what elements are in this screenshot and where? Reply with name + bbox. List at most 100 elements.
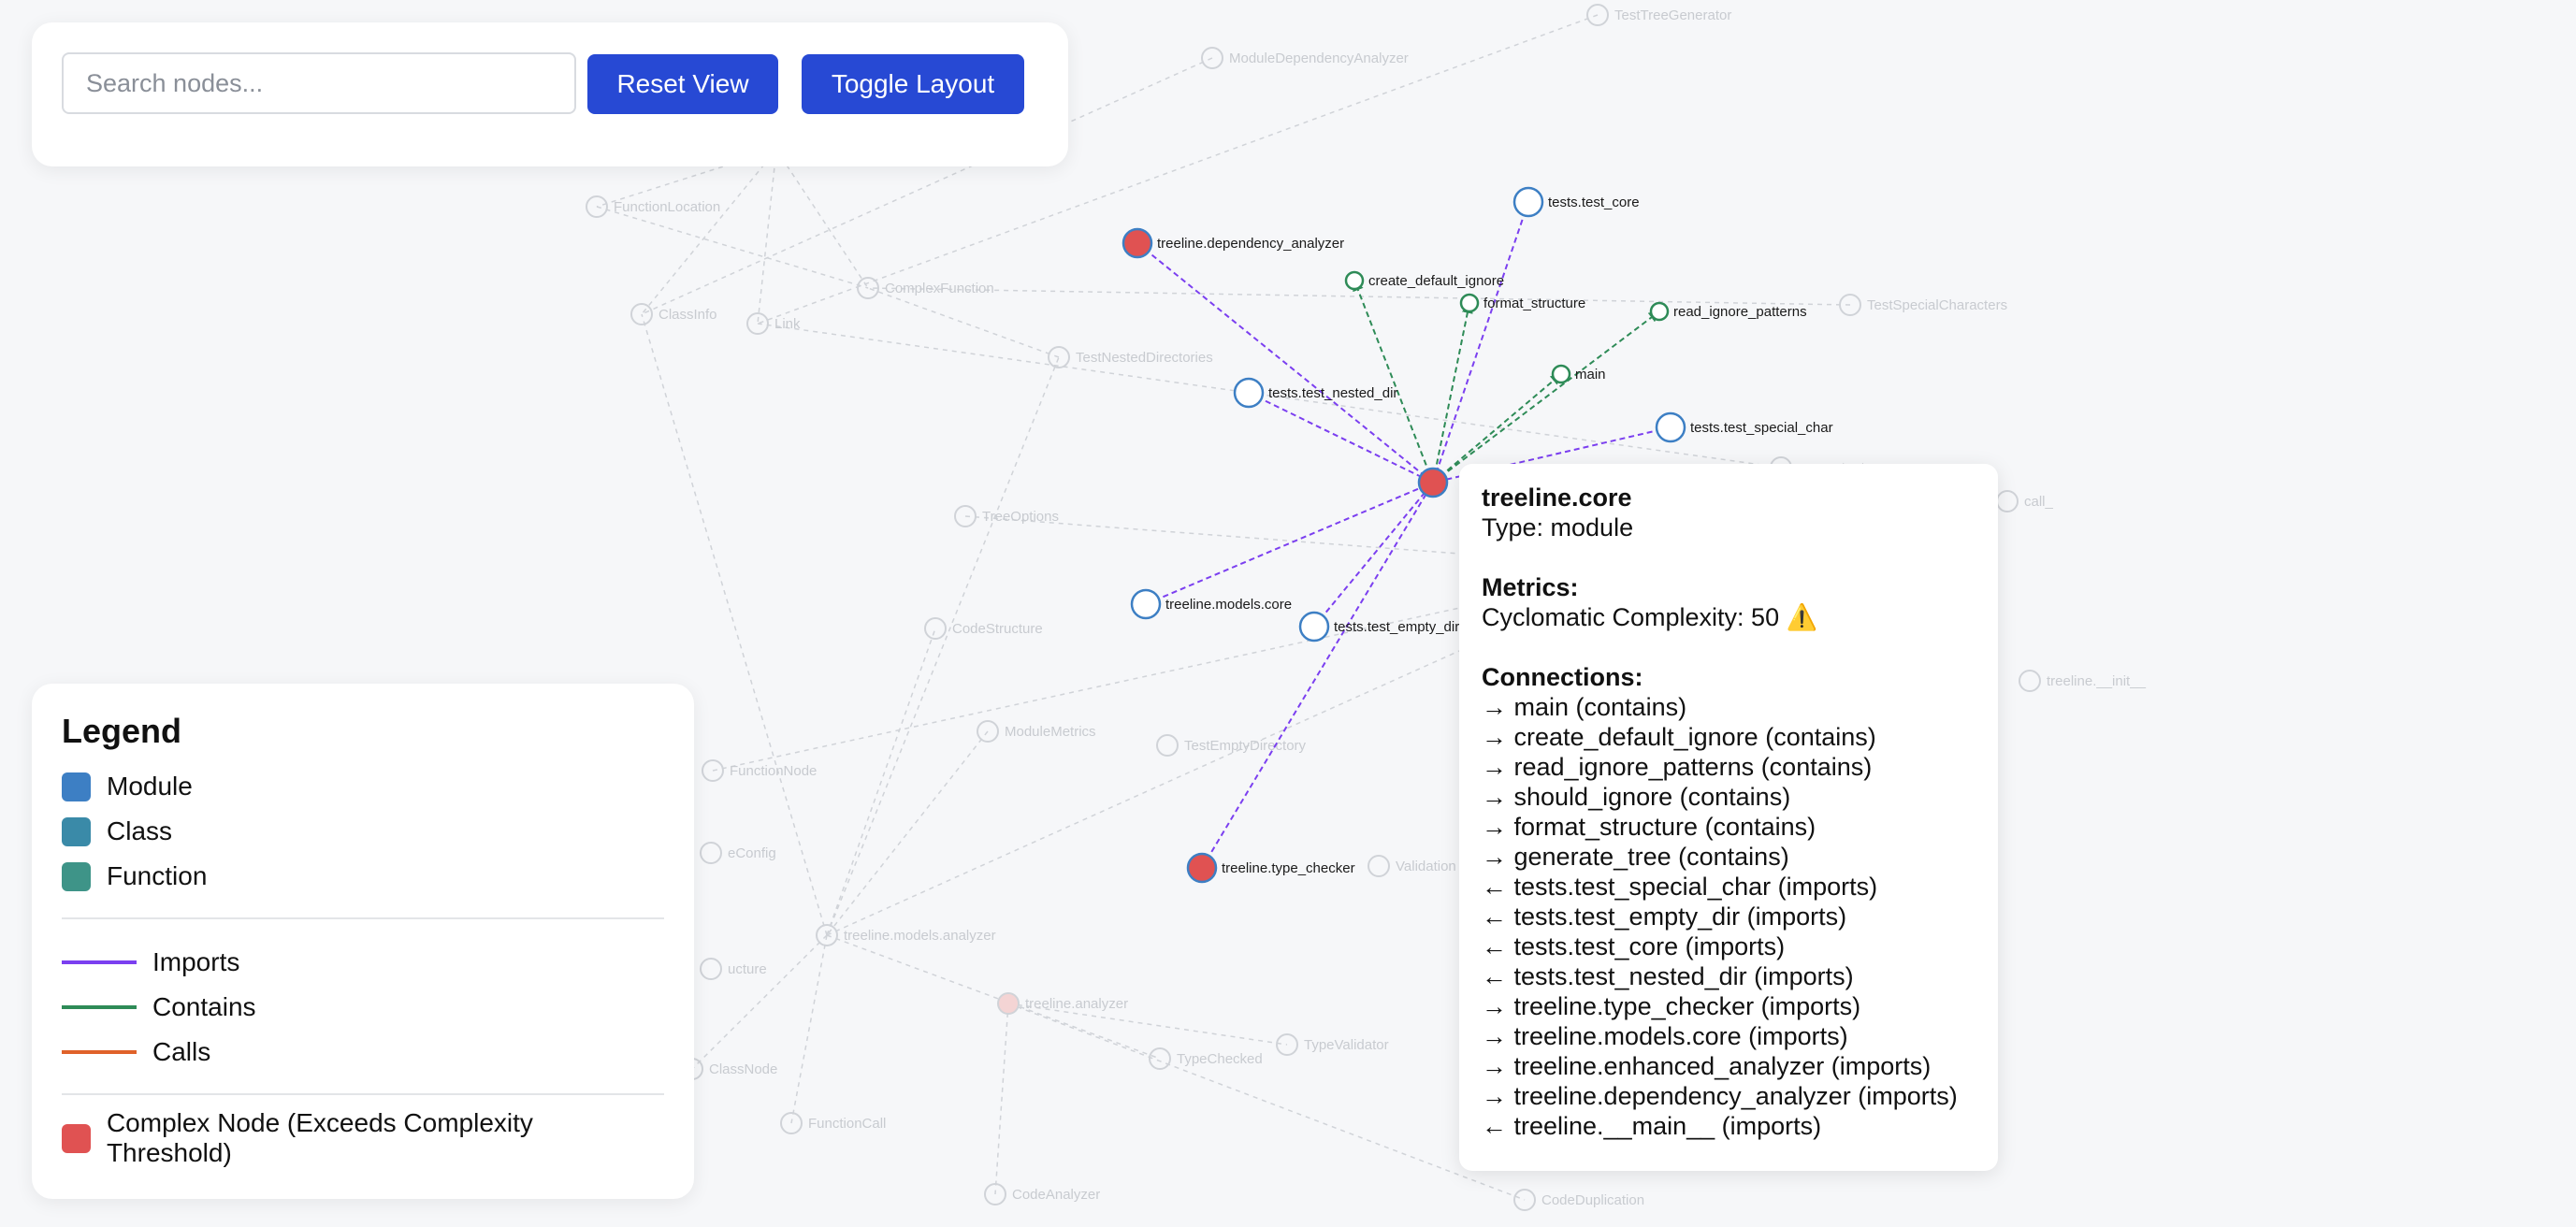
- faded-node-ucture[interactable]: ucture: [700, 958, 767, 980]
- faded-node-label: TypeChecked: [1177, 1051, 1263, 1067]
- connection-item: → treeline.type_checker (imports): [1482, 992, 1861, 1020]
- graph-node-tests-test-special-char[interactable]: tests.test_special_char: [1655, 411, 1833, 443]
- faded-node-link[interactable]: Link: [746, 312, 801, 335]
- faded-edge: [994, 1003, 1009, 1195]
- graph-node-treeline-type-checker[interactable]: treeline.type_checker: [1186, 852, 1355, 884]
- graph-node-read-ignore-patterns[interactable]: read_ignore_patterns: [1649, 301, 1807, 322]
- faded-node-functioncall[interactable]: FunctionCall: [780, 1112, 886, 1134]
- node-circle: [1551, 364, 1571, 384]
- connection-item: ← treeline.__main__ (imports): [1482, 1112, 1822, 1140]
- legend-divider: [62, 917, 664, 919]
- faded-node-testtreegenerator[interactable]: TestTreeGenerator: [1586, 4, 1731, 26]
- faded-node-label: treeline.models.analyzer: [844, 928, 996, 944]
- legend-panel: Legend Module Class Function Imports Con…: [32, 684, 694, 1199]
- faded-node-codeanalyzer[interactable]: CodeAnalyzer: [984, 1183, 1100, 1205]
- legend-label: Function: [107, 861, 208, 890]
- connection-item: ← tests.test_empty_dir (imports): [1482, 902, 1847, 931]
- faded-node-label: Validation: [1396, 859, 1456, 874]
- legend-item-calls: Calls: [62, 1030, 664, 1075]
- graph-node-tests-test-empty-dir[interactable]: tests.test_empty_dir: [1298, 611, 1459, 642]
- faded-node-testemptydirectory[interactable]: TestEmptyDirectory: [1156, 734, 1307, 757]
- function-swatch: [62, 861, 91, 891]
- legend-title: Legend: [62, 712, 182, 750]
- faded-node-treeline-models-analyzer[interactable]: treeline.models.analyzer: [816, 924, 996, 946]
- graph-node-treeline-models-core[interactable]: treeline.models.core: [1130, 588, 1292, 620]
- faded-node-codestructure[interactable]: CodeStructure: [924, 617, 1043, 640]
- connection-item: → read_ignore_patterns (contains): [1482, 753, 1873, 781]
- graph-node-format-structure[interactable]: format_structure: [1459, 293, 1585, 313]
- imports-edge: [1201, 482, 1434, 869]
- node-label: tests.test_core: [1548, 195, 1640, 210]
- complex-swatch: [62, 1123, 91, 1153]
- faded-node-label: TreeOptions: [982, 509, 1059, 525]
- node-circle: [1298, 611, 1330, 642]
- contains-line-swatch: [62, 1005, 137, 1009]
- node-label: format_structure: [1483, 296, 1585, 311]
- faded-edge: [826, 730, 989, 936]
- node-circle: [1512, 186, 1544, 218]
- faded-node-complexfunction[interactable]: ComplexFunction: [857, 277, 994, 299]
- faded-node-label: treeline.__init__: [2047, 673, 2147, 689]
- faded-node-label: TestTreeGenerator: [1614, 7, 1731, 23]
- connection-item: ← tests.test_special_char (imports): [1482, 873, 1878, 901]
- search-input[interactable]: [62, 52, 576, 114]
- legend-item-contains: Contains: [62, 985, 664, 1030]
- faded-edge: [757, 149, 777, 325]
- faded-node-label: ComplexFunction: [885, 281, 994, 296]
- warning-icon: ⚠️: [1786, 603, 1818, 631]
- faded-edge: [826, 356, 1060, 936]
- faded-node-circle: [997, 992, 1020, 1015]
- faded-node-testnesteddirectories[interactable]: TestNestedDirectories: [1048, 346, 1213, 368]
- faded-node-typechecked[interactable]: TypeChecked: [1149, 1047, 1263, 1070]
- faded-node-validation[interactable]: Validation: [1368, 855, 1456, 877]
- faded-node-classnode[interactable]: ClassNode: [681, 1058, 777, 1080]
- faded-node-treeoptions[interactable]: TreeOptions: [954, 505, 1059, 527]
- graph-node-main[interactable]: main: [1551, 364, 1606, 384]
- legend-label: Module: [107, 772, 193, 801]
- faded-node-econfig[interactable]: eConfig: [700, 842, 776, 864]
- tooltip-complexity: Cyclomatic Complexity: 50: [1482, 603, 1780, 631]
- node-label: tests.test_special_char: [1690, 420, 1833, 436]
- graph-node-create-default-ignore[interactable]: create_default_ignore: [1344, 270, 1504, 291]
- faded-node-circle: [700, 958, 722, 980]
- faded-node-label: CodeDuplication: [1541, 1192, 1644, 1208]
- faded-node-modulemetrics[interactable]: ModuleMetrics: [977, 720, 1096, 743]
- module-swatch: [62, 772, 91, 801]
- calls-line-swatch: [62, 1050, 137, 1054]
- legend-item-class: Class: [62, 809, 664, 854]
- reset-view-button[interactable]: Reset View: [587, 54, 778, 114]
- controls-panel: Reset View Toggle Layout: [32, 22, 1068, 166]
- faded-node-label: TestNestedDirectories: [1076, 350, 1213, 366]
- node-label: tests.test_empty_dir: [1334, 619, 1459, 635]
- faded-node-moduledependencyanalyzer[interactable]: ModuleDependencyAnalyzer: [1201, 47, 1409, 69]
- faded-node-label: ClassInfo: [658, 307, 717, 323]
- faded-node-typevalidator[interactable]: TypeValidator: [1276, 1033, 1389, 1056]
- legend-label: Complex Node (Exceeds Complexity Thresho…: [106, 1108, 533, 1167]
- faded-node-label: ModuleDependencyAnalyzer: [1229, 51, 1409, 66]
- faded-node-label: FunctionLocation: [614, 199, 720, 215]
- node-circle: [1122, 227, 1153, 259]
- tooltip-connections-list: → main (contains) → create_default_ignor…: [1482, 692, 1975, 1141]
- connection-item: → generate_tree (contains): [1482, 843, 1789, 871]
- faded-node-functionnode[interactable]: FunctionNode: [702, 759, 817, 782]
- faded-node-treeline-analyzer[interactable]: treeline.analyzer: [997, 992, 1128, 1015]
- tooltip-complexity-row: Cyclomatic Complexity: 50 ⚠️: [1482, 602, 1975, 632]
- connection-item: → treeline.enhanced_analyzer (imports): [1482, 1052, 1932, 1080]
- faded-node-testspecialcharacters[interactable]: TestSpecialCharacters: [1839, 294, 2007, 316]
- toggle-layout-button[interactable]: Toggle Layout: [802, 54, 1024, 114]
- imports-edge: [1145, 482, 1434, 605]
- graph-node-treeline-dependency-analyzer[interactable]: treeline.dependency_analyzer: [1122, 227, 1344, 259]
- faded-edge: [867, 287, 1060, 358]
- faded-node-label: FunctionNode: [730, 763, 817, 779]
- connection-item: → main (contains): [1482, 693, 1687, 721]
- legend-label: Contains: [152, 992, 256, 1021]
- graph-node-tests-test-core[interactable]: tests.test_core: [1512, 186, 1640, 218]
- legend-item-module: Module: [62, 764, 664, 809]
- faded-node-codeduplication[interactable]: CodeDuplication: [1513, 1189, 1644, 1211]
- legend-label: Class: [107, 816, 173, 845]
- faded-node-functionlocation[interactable]: FunctionLocation: [586, 195, 720, 218]
- graph-node-treeline-core[interactable]: [1417, 467, 1449, 498]
- node-label: treeline.type_checker: [1222, 860, 1355, 876]
- faded-node-call[interactable]: call_: [1996, 490, 2054, 512]
- faded-node-treeline-init[interactable]: treeline.__init__: [2019, 670, 2147, 692]
